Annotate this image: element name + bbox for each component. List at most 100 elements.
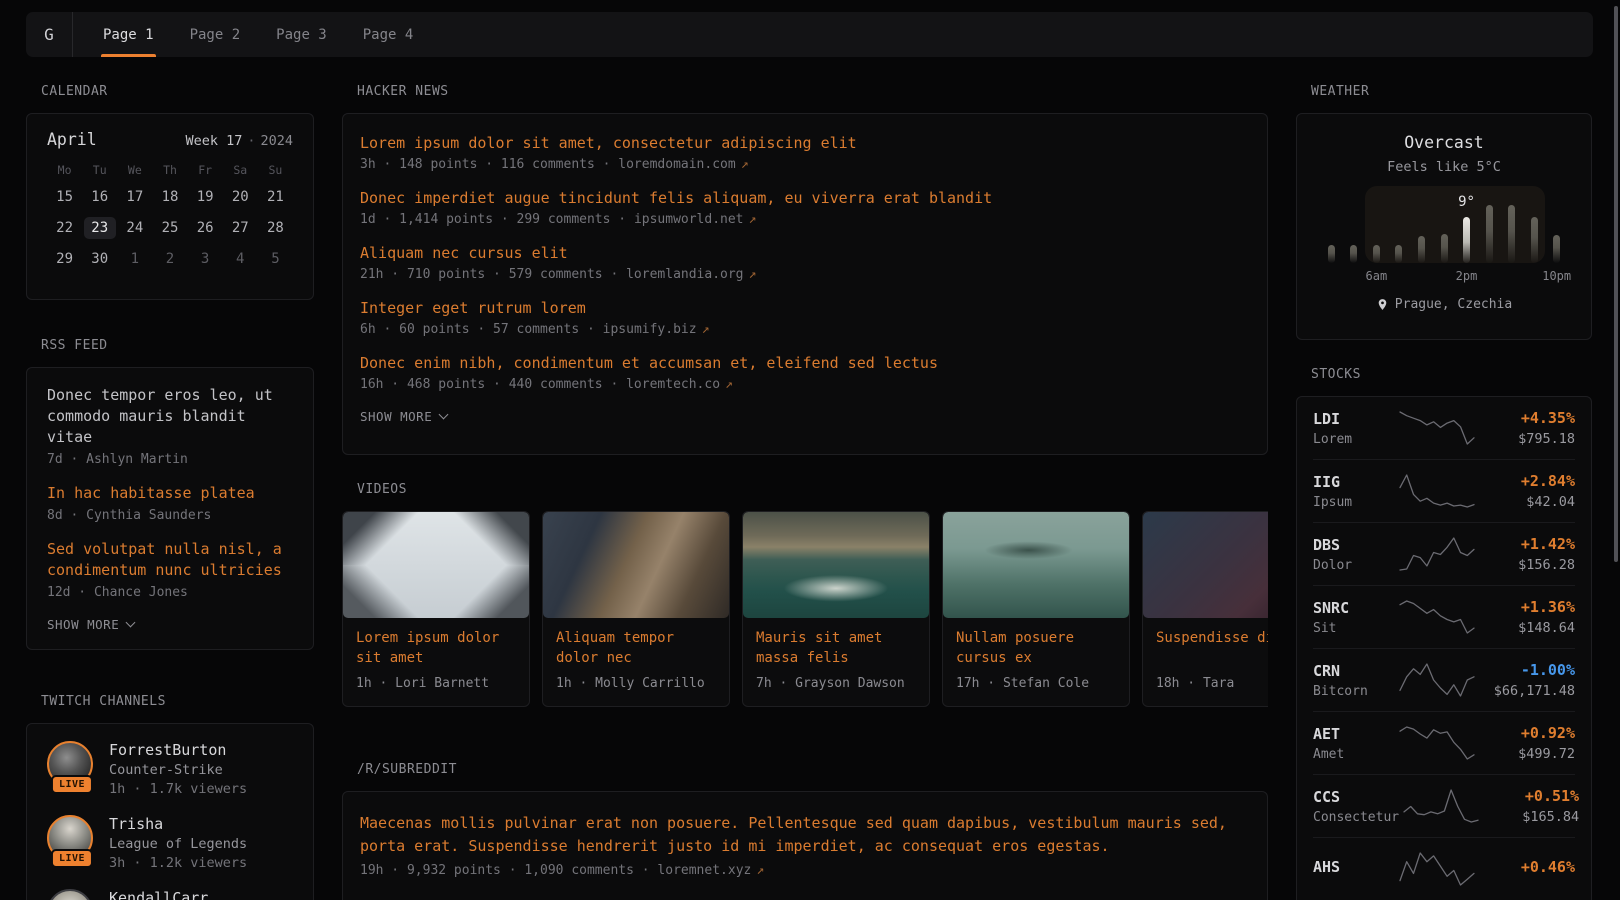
channel-category: Counter-Strike	[109, 762, 247, 778]
weather-time-labels: 6am2pm10pm	[1320, 269, 1568, 285]
subreddit-section-title: /R/SUBREDDIT	[357, 762, 1268, 777]
stock-name: Dolor	[1313, 558, 1395, 573]
stock-row[interactable]: SNRCSit +1.36%$148.64	[1313, 585, 1575, 648]
channel-viewers: 3h · 1.2k viewers	[109, 855, 247, 871]
video-card[interactable]: Mauris sit amet massa felis 7h · Grayson…	[742, 511, 930, 707]
weather-section-title: WEATHER	[1311, 84, 1592, 99]
calendar-week-year: Week 17·2024	[185, 133, 293, 149]
stock-change: +4.35%	[1479, 409, 1575, 427]
stock-row[interactable]: CCSConsectetur +0.51%$165.84	[1313, 774, 1575, 837]
stock-id: CCSConsectetur	[1313, 788, 1399, 825]
calendar-day-next-month: 5	[258, 248, 293, 270]
external-link-icon: ↗	[725, 377, 733, 392]
hackernews-item: Integer eget rutrum lorem 6h · 60 points…	[360, 298, 1250, 337]
stock-change: +0.92%	[1479, 724, 1575, 742]
hackernews-item-title[interactable]: Aliquam nec cursus elit	[360, 243, 1250, 264]
separator-dot: ·	[247, 133, 255, 149]
twitch-channel[interactable]: LIVE ForrestBurton Counter-Strike 1h · 1…	[47, 741, 293, 797]
rss-show-more-button[interactable]: SHOW MORE	[47, 617, 293, 632]
twitch-section-title: TWITCH CHANNELS	[41, 694, 314, 709]
item-domain-link[interactable]: loremdomain.com	[618, 157, 735, 172]
weather-bar	[1395, 245, 1402, 263]
tab-page-1[interactable]: Page 1	[85, 12, 172, 57]
stock-row[interactable]: DBSDolor +1.42%$156.28	[1313, 522, 1575, 585]
video-card[interactable]: Nullam posuere cursus ex 17h · Stefan Co…	[942, 511, 1130, 707]
item-domain-link[interactable]: ipsumworld.net	[634, 212, 744, 227]
tab-page-2[interactable]: Page 2	[172, 12, 259, 57]
channel-viewers: 1h · 1.7k viewers	[109, 781, 247, 797]
hackernews-item-meta: 6h · 60 points · 57 comments · ipsumify.…	[360, 322, 1250, 337]
stock-row[interactable]: AHS +0.46%	[1313, 837, 1575, 900]
stock-row[interactable]: IIGIpsum +2.84%$42.04	[1313, 459, 1575, 522]
stock-name: Amet	[1313, 747, 1395, 762]
stock-sparkline	[1395, 724, 1479, 762]
stock-ticker: DBS	[1313, 536, 1395, 554]
stock-name: Ipsum	[1313, 495, 1395, 510]
item-domain-link[interactable]: loremnet.xyz	[657, 863, 751, 878]
item-domain-link[interactable]: loremlandia.org	[626, 267, 743, 282]
stock-values: +1.36%$148.64	[1479, 598, 1575, 636]
weather-bar-current	[1463, 217, 1470, 263]
video-title: Lorem ipsum dolor sit amet consectetu…	[356, 628, 516, 668]
rss-item-title[interactable]: Sed volutpat nulla nisl, a condimentum n…	[47, 539, 293, 581]
stock-row[interactable]: LDILorem +4.35% $795.18	[1313, 397, 1575, 459]
video-body: Lorem ipsum dolor sit amet consectetu… 1…	[343, 618, 529, 701]
hackernews-show-more-button[interactable]: SHOW MORE	[360, 409, 1250, 424]
rss-section-title: RSS FEED	[41, 338, 314, 353]
external-link-icon: ↗	[741, 157, 749, 172]
stock-change: +0.51%	[1483, 787, 1579, 805]
item-domain-link[interactable]: loremtech.co	[626, 377, 720, 392]
rss-item: In hac habitasse platea 8d · Cynthia Sau…	[47, 483, 293, 523]
stock-id: AETAmet	[1313, 725, 1395, 762]
stock-price: $795.18	[1479, 431, 1575, 447]
tab-page-3[interactable]: Page 3	[258, 12, 345, 57]
stock-row[interactable]: CRNBitcorn -1.00%$66,171.48	[1313, 648, 1575, 711]
rss-item-title[interactable]: Donec tempor eros leo, ut commodo mauris…	[47, 385, 293, 448]
stock-change: -1.00%	[1479, 661, 1575, 679]
hackernews-item-title[interactable]: Integer eget rutrum lorem	[360, 298, 1250, 319]
weather-bar	[1418, 236, 1425, 263]
external-link-icon: ↗	[749, 267, 757, 282]
twitch-channel[interactable]: LIVE Trisha League of Legends 3h · 1.2k …	[47, 815, 293, 871]
time-axis-label: 10pm	[1542, 269, 1571, 283]
rss-item: Sed volutpat nulla nisl, a condimentum n…	[47, 539, 293, 600]
stock-price: $42.04	[1479, 494, 1575, 510]
stock-id: SNRCSit	[1313, 599, 1395, 636]
chevron-down-icon	[439, 410, 449, 420]
video-card[interactable]: Lorem ipsum dolor sit amet consectetu… 1…	[342, 511, 530, 707]
weather-bars: 9°	[1320, 189, 1568, 263]
tab-page-4[interactable]: Page 4	[345, 12, 432, 57]
hackernews-item-title[interactable]: Donec enim nibh, condimentum et accumsan…	[360, 353, 1250, 374]
avatar	[47, 889, 93, 900]
weather-location: Prague, Czechia	[1313, 297, 1575, 312]
hackernews-item-title[interactable]: Donec imperdiet augue tincidunt felis al…	[360, 188, 1250, 209]
external-link-icon: ↗	[749, 212, 757, 227]
hackernews-item-meta: 1d · 1,414 points · 299 comments · ipsum…	[360, 212, 1250, 227]
calendar-day: 29	[47, 248, 82, 270]
hackernews-item-title[interactable]: Lorem ipsum dolor sit amet, consectetur …	[360, 133, 1250, 154]
video-card[interactable]: Aliquam tempor dolor nec pharetra… 1h · …	[542, 511, 730, 707]
item-info: 16h · 468 points · 440 comments ·	[360, 377, 618, 392]
stock-price: $165.84	[1483, 809, 1579, 825]
video-card[interactable]: Suspendisse diam 18h · Tara	[1142, 511, 1268, 707]
stock-ticker: LDI	[1313, 410, 1395, 428]
weather-widget: Overcast Feels like 5°C 9° 6am2pm10pm Pr…	[1296, 113, 1592, 340]
weather-hourly-chart: 9° 6am2pm10pm	[1320, 189, 1568, 285]
item-domain-link[interactable]: ipsumify.biz	[603, 322, 697, 337]
weather-bar	[1373, 245, 1380, 263]
current-temperature-label: 9°	[1458, 194, 1475, 210]
calendar-year: 2024	[260, 133, 293, 149]
video-body: Aliquam tempor dolor nec pharetra… 1h · …	[543, 618, 729, 701]
hackernews-item: Aliquam nec cursus elit 21h · 710 points…	[360, 243, 1250, 282]
video-thumbnail	[743, 512, 929, 618]
stock-row[interactable]: AETAmet +0.92%$499.72	[1313, 711, 1575, 774]
subreddit-post-title[interactable]: Maecenas mollis pulvinar erat non posuer…	[360, 812, 1250, 858]
twitch-channel[interactable]: KendallCarr	[47, 889, 293, 900]
channel-info: KendallCarr	[109, 889, 208, 900]
show-more-label: SHOW MORE	[47, 617, 119, 632]
stock-id: CRNBitcorn	[1313, 662, 1395, 699]
stock-id: LDILorem	[1313, 410, 1395, 447]
calendar-day: 18	[152, 186, 187, 208]
rss-item-title[interactable]: In hac habitasse platea	[47, 483, 293, 504]
vertical-scrollbar-thumb[interactable]	[1614, 6, 1618, 562]
